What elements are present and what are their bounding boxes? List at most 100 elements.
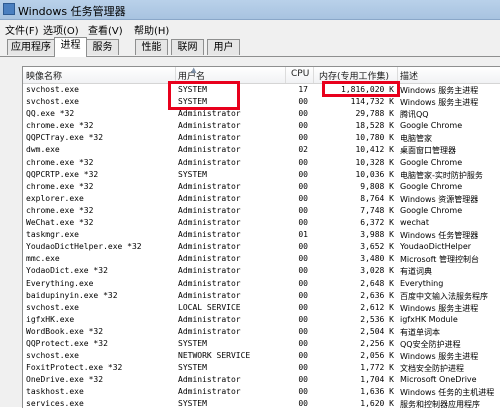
process-memory: 3,028 K <box>360 266 394 276</box>
process-description: Windows 任务的主机进程 <box>400 388 495 398</box>
table-row[interactable]: QQPCTray.exe *32 Administrator 00 10,780 K 电… <box>23 132 500 144</box>
table-row[interactable]: FoxitProtect.exe *32 SYSTEM 00 1,772 K 文档安全防… <box>23 362 500 374</box>
process-name: svchost.exe <box>26 97 79 107</box>
process-user: Administrator <box>178 145 241 155</box>
process-memory: 2,648 K <box>360 278 394 288</box>
process-description: Windows 服务主进程 <box>400 352 479 362</box>
process-description: Google Chrome <box>400 121 463 131</box>
process-name: chrome.exe *32 <box>26 157 94 167</box>
tab-networking[interactable]: 联网 <box>171 39 204 55</box>
process-memory: 1,772 K <box>360 363 394 373</box>
process-name: FoxitProtect.exe *32 <box>26 363 123 373</box>
table-row[interactable]: svchost.exe SYSTEM 17 1,816,020 K Windows 服务… <box>23 84 500 96</box>
process-user: SYSTEM <box>178 169 207 179</box>
menu-options[interactable]: 选项(O) <box>43 22 79 37</box>
process-user: Administrator <box>178 290 241 300</box>
process-user: Administrator <box>178 205 241 215</box>
process-cpu: 00 <box>298 242 308 252</box>
process-description: Windows 服务主进程 <box>400 98 479 108</box>
process-name: taskhost.exe <box>26 387 84 397</box>
column-divider[interactable] <box>313 67 314 83</box>
column-image-name[interactable]: 映像名称 <box>26 69 62 82</box>
process-cpu: 00 <box>298 169 308 179</box>
table-row[interactable]: YoudaoDictHelper.exe *32 Administrator 00 3… <box>23 241 500 253</box>
process-name: explorer.exe <box>26 193 84 203</box>
process-memory: 2,504 K <box>360 326 394 336</box>
process-cpu: 00 <box>298 351 308 361</box>
table-row[interactable]: QQProtect.exe *32 SYSTEM 00 2,256 K QQ安全防护进程 <box>23 338 500 350</box>
tab-performance[interactable]: 性能 <box>135 39 168 55</box>
process-memory: 3,480 K <box>360 254 394 264</box>
tab-processes[interactable]: 进程 <box>54 37 87 57</box>
process-name: chrome.exe *32 <box>26 121 94 131</box>
table-row[interactable]: taskmgr.exe Administrator 01 3,988 K Windows… <box>23 229 500 241</box>
process-name: svchost.exe <box>26 302 79 312</box>
process-list[interactable]: 映像名称 用户名 CPU ▲ 内存(专用工作集) 描述 svchost.exe S… <box>22 66 500 408</box>
process-cpu: 00 <box>298 157 308 167</box>
column-cpu[interactable]: CPU <box>291 69 309 79</box>
process-user: LOCAL SERVICE <box>178 302 241 312</box>
process-rows: svchost.exe SYSTEM 17 1,816,020 K Windows 服务… <box>23 84 500 408</box>
process-description: 文档安全防护进程 <box>400 364 464 374</box>
process-memory: 114,732 K <box>350 97 394 107</box>
process-memory: 7,748 K <box>360 205 394 215</box>
table-row[interactable]: QQ.exe *32 Administrator 00 29,788 K 腾讯QQ <box>23 108 500 120</box>
table-row[interactable]: chrome.exe *32 Administrator 00 18,528 K Goo… <box>23 120 500 132</box>
process-user: Administrator <box>178 157 241 167</box>
process-cpu: 00 <box>298 193 308 203</box>
process-cpu: 00 <box>298 121 308 131</box>
process-memory: 8,764 K <box>360 193 394 203</box>
table-row[interactable]: explorer.exe Administrator 00 8,764 K Window… <box>23 193 500 205</box>
process-user: SYSTEM <box>178 363 207 373</box>
tab-users[interactable]: 用户 <box>207 39 240 55</box>
process-user: Administrator <box>178 218 241 228</box>
table-row[interactable]: chrome.exe *32 Administrator 00 9,808 K Goog… <box>23 181 500 193</box>
process-description: Windows 任务管理器 <box>400 231 479 241</box>
table-row[interactable]: chrome.exe *32 Administrator 00 10,328 K Goo… <box>23 157 500 169</box>
process-description: Everything <box>400 278 444 288</box>
process-memory: 2,612 K <box>360 302 394 312</box>
table-row[interactable]: mmc.exe Administrator 00 3,480 K Microsoft 管… <box>23 253 500 265</box>
process-name: svchost.exe <box>26 351 79 361</box>
column-description[interactable]: 描述 <box>400 69 418 82</box>
process-cpu: 00 <box>298 266 308 276</box>
table-row[interactable]: YodaoDict.exe *32 Administrator 00 3,028 K 有… <box>23 265 500 277</box>
process-name: Everything.exe <box>26 278 94 288</box>
table-row[interactable]: svchost.exe SYSTEM 00 114,732 K Windows 服务主进… <box>23 96 500 108</box>
tab-applications[interactable]: 应用程序 <box>7 39 55 55</box>
process-name: QQ.exe *32 <box>26 109 75 119</box>
process-memory: 10,036 K <box>355 169 394 179</box>
table-row[interactable]: OneDrive.exe *32 Administrator 00 1,704 K Mi… <box>23 374 500 386</box>
table-row[interactable]: svchost.exe NETWORK SERVICE 00 2,056 K Windo… <box>23 350 500 362</box>
table-row[interactable]: chrome.exe *32 Administrator 00 7,748 K Goog… <box>23 205 500 217</box>
table-row[interactable]: WeChat.exe *32 Administrator 00 6,372 K wech… <box>23 217 500 229</box>
table-row[interactable]: QQPCRTP.exe *32 SYSTEM 00 10,036 K 电脑管家-实时防护… <box>23 169 500 181</box>
process-name: QQPCTray.exe *32 <box>26 133 104 143</box>
table-row[interactable]: baidupinyin.exe *32 Administrator 00 2,636 … <box>23 290 500 302</box>
process-description: 桌面窗口管理器 <box>400 146 456 156</box>
process-user: Administrator <box>178 254 241 264</box>
table-row[interactable]: igfxHK.exe Administrator 00 2,536 K igfxHK M… <box>23 314 500 326</box>
table-row[interactable]: WordBook.exe *32 Administrator 00 2,504 K 有道… <box>23 326 500 338</box>
tab-services[interactable]: 服务 <box>86 39 119 55</box>
table-row[interactable]: dwm.exe Administrator 02 10,412 K 桌面窗口管理器 <box>23 144 500 156</box>
menu-file[interactable]: 文件(F) <box>5 22 39 37</box>
process-cpu: 00 <box>298 278 308 288</box>
table-row[interactable]: Everything.exe Administrator 00 2,648 K Ever… <box>23 278 500 290</box>
process-cpu: 00 <box>298 218 308 228</box>
process-cpu: 00 <box>298 109 308 119</box>
process-memory: 2,256 K <box>360 338 394 348</box>
process-description: QQ安全防护进程 <box>400 339 461 349</box>
column-divider[interactable] <box>285 67 286 83</box>
process-description: Microsoft 管理控制台 <box>400 255 479 265</box>
task-manager-icon <box>3 3 15 15</box>
process-name: YoudaoDictHelper.exe *32 <box>26 242 142 252</box>
process-memory: 10,780 K <box>355 133 394 143</box>
table-row[interactable]: taskhost.exe Administrator 00 1,636 K Window… <box>23 386 500 398</box>
process-cpu: 00 <box>298 302 308 312</box>
menu-help[interactable]: 帮助(H) <box>134 22 169 37</box>
table-row[interactable]: svchost.exe LOCAL SERVICE 00 2,612 K Windows… <box>23 302 500 314</box>
menu-view[interactable]: 查看(V) <box>88 22 123 37</box>
process-memory: 2,636 K <box>360 290 394 300</box>
process-cpu: 00 <box>298 375 308 385</box>
